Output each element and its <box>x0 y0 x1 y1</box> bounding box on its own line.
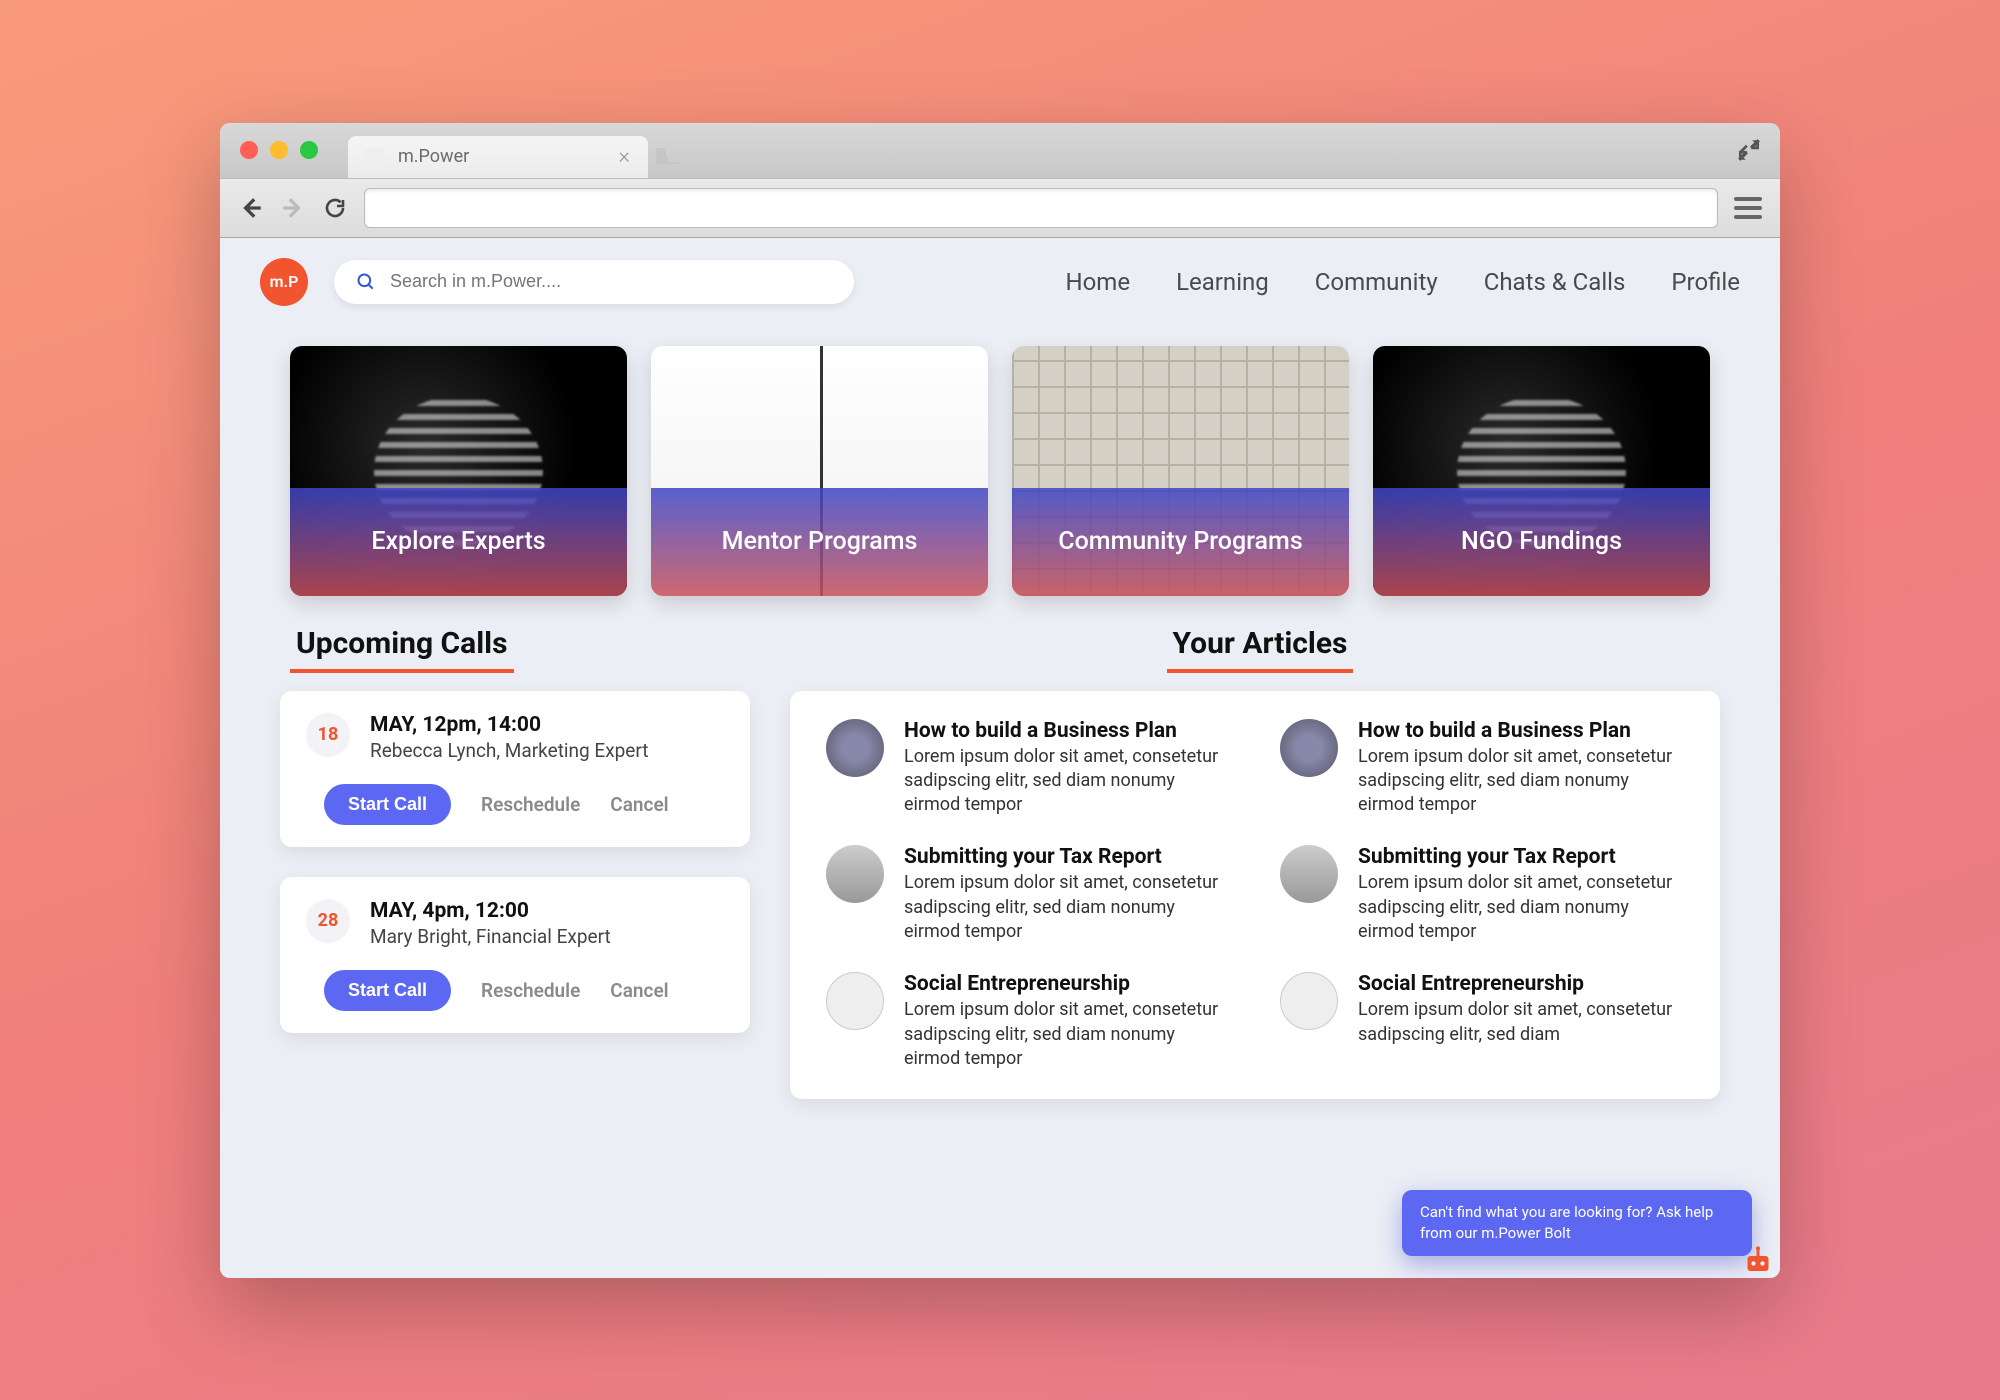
app-header: m.P Home Learning Community Chats & Call… <box>220 238 1780 316</box>
browser-toolbar <box>220 178 1780 238</box>
tab-favicon <box>366 148 384 166</box>
article-thumb <box>826 719 884 777</box>
bot-icon[interactable] <box>1740 1244 1776 1278</box>
start-call-button[interactable]: Start Call <box>324 784 451 825</box>
browser-window: m.Power × m.P <box>220 123 1780 1278</box>
window-controls <box>240 141 318 159</box>
help-tooltip[interactable]: Can't find what you are looking for? Ask… <box>1402 1190 1752 1256</box>
section-title-articles: Your Articles <box>1167 626 1354 673</box>
call-time: MAY, 12pm, 14:00 <box>370 713 649 737</box>
category-overlay: Explore Experts <box>290 488 627 596</box>
search-input[interactable] <box>390 271 832 292</box>
new-tab-button[interactable] <box>654 141 682 173</box>
help-text: Can't find what you are looking for? Ask… <box>1420 1203 1713 1242</box>
content-columns: Upcoming Calls 18 MAY, 12pm, 14:00 Rebec… <box>220 616 1780 1120</box>
category-card-explore-experts[interactable]: Explore Experts <box>290 346 627 596</box>
call-card: 28 MAY, 4pm, 12:00 Mary Bright, Financia… <box>280 877 750 1033</box>
nav-home[interactable]: Home <box>1066 268 1131 296</box>
address-bar[interactable] <box>364 188 1718 228</box>
cancel-link[interactable]: Cancel <box>610 793 668 816</box>
call-card: 18 MAY, 12pm, 14:00 Rebecca Lynch, Marke… <box>280 691 750 847</box>
article-item[interactable]: Submitting your Tax ReportLorem ipsum do… <box>1280 845 1684 944</box>
browser-tab-strip: m.Power × <box>220 123 1780 178</box>
nav-community[interactable]: Community <box>1315 268 1438 296</box>
article-title: How to build a Business Plan <box>904 719 1230 743</box>
article-excerpt: Lorem ipsum dolor sit amet, consetetur s… <box>904 745 1230 818</box>
article-thumb <box>826 845 884 903</box>
article-title: Submitting your Tax Report <box>904 845 1230 869</box>
call-time: MAY, 4pm, 12:00 <box>370 899 611 923</box>
browser-tab[interactable]: m.Power × <box>348 136 648 178</box>
section-title-upcoming: Upcoming Calls <box>290 626 514 673</box>
article-thumb <box>1280 972 1338 1030</box>
article-item[interactable]: How to build a Business PlanLorem ipsum … <box>1280 719 1684 818</box>
article-excerpt: Lorem ipsum dolor sit amet, consetetur s… <box>1358 998 1684 1047</box>
category-overlay: NGO Fundings <box>1373 488 1710 596</box>
back-button[interactable] <box>238 195 264 221</box>
category-card-community-programs[interactable]: Community Programs <box>1012 346 1349 596</box>
close-window-button[interactable] <box>240 141 258 159</box>
article-excerpt: Lorem ipsum dolor sit amet, consetetur s… <box>1358 871 1684 944</box>
category-overlay: Mentor Programs <box>651 488 988 596</box>
call-date-badge: 28 <box>306 899 350 943</box>
tab-close-icon[interactable]: × <box>618 144 630 169</box>
article-excerpt: Lorem ipsum dolor sit amet, consetetur s… <box>1358 745 1684 818</box>
article-excerpt: Lorem ipsum dolor sit amet, consetetur s… <box>904 998 1230 1071</box>
forward-button[interactable] <box>280 195 306 221</box>
cancel-link[interactable]: Cancel <box>610 979 668 1002</box>
category-overlay: Community Programs <box>1012 488 1349 596</box>
article-title: How to build a Business Plan <box>1358 719 1684 743</box>
nav-learning[interactable]: Learning <box>1176 268 1269 296</box>
article-item[interactable]: Social EntrepreneurshipLorem ipsum dolor… <box>826 972 1230 1071</box>
article-excerpt: Lorem ipsum dolor sit amet, consetetur s… <box>904 871 1230 944</box>
category-card-ngo-fundings[interactable]: NGO Fundings <box>1373 346 1710 596</box>
article-title: Social Entrepreneurship <box>904 972 1230 996</box>
minimize-window-button[interactable] <box>270 141 288 159</box>
category-label: Mentor Programs <box>722 527 918 556</box>
reschedule-link[interactable]: Reschedule <box>481 793 580 816</box>
article-title: Social Entrepreneurship <box>1358 972 1684 996</box>
upcoming-calls-section: Upcoming Calls 18 MAY, 12pm, 14:00 Rebec… <box>280 626 750 1100</box>
reload-button[interactable] <box>322 195 348 221</box>
article-title: Submitting your Tax Report <box>1358 845 1684 869</box>
article-item[interactable]: How to build a Business PlanLorem ipsum … <box>826 719 1230 818</box>
tab-title: m.Power <box>398 146 469 167</box>
nav-profile[interactable]: Profile <box>1671 268 1740 296</box>
article-thumb <box>1280 845 1338 903</box>
category-cards: Explore Experts Mentor Programs Communit… <box>220 316 1780 616</box>
search-box[interactable] <box>334 260 854 304</box>
app-logo[interactable]: m.P <box>260 258 308 306</box>
article-thumb <box>826 972 884 1030</box>
browser-menu-icon[interactable] <box>1734 197 1762 219</box>
start-call-button[interactable]: Start Call <box>324 970 451 1011</box>
category-label: NGO Fundings <box>1461 527 1622 556</box>
fullscreen-icon[interactable] <box>1736 137 1762 167</box>
article-thumb <box>1280 719 1338 777</box>
articles-panel: How to build a Business PlanLorem ipsum … <box>790 691 1720 1100</box>
call-participant: Mary Bright, Financial Expert <box>370 925 611 948</box>
article-item[interactable]: Submitting your Tax ReportLorem ipsum do… <box>826 845 1230 944</box>
reschedule-link[interactable]: Reschedule <box>481 979 580 1002</box>
main-nav: Home Learning Community Chats & Calls Pr… <box>1066 268 1741 296</box>
call-date-badge: 18 <box>306 713 350 757</box>
maximize-window-button[interactable] <box>300 141 318 159</box>
category-card-mentor-programs[interactable]: Mentor Programs <box>651 346 988 596</box>
articles-section: Your Articles How to build a Business Pl… <box>790 626 1720 1100</box>
app-viewport: m.P Home Learning Community Chats & Call… <box>220 238 1780 1278</box>
search-icon <box>356 272 376 292</box>
article-item[interactable]: Social EntrepreneurshipLorem ipsum dolor… <box>1280 972 1684 1071</box>
category-label: Explore Experts <box>371 527 545 556</box>
nav-chats-calls[interactable]: Chats & Calls <box>1484 268 1626 296</box>
category-label: Community Programs <box>1058 527 1302 556</box>
logo-text: m.P <box>270 272 299 291</box>
call-participant: Rebecca Lynch, Marketing Expert <box>370 739 649 762</box>
